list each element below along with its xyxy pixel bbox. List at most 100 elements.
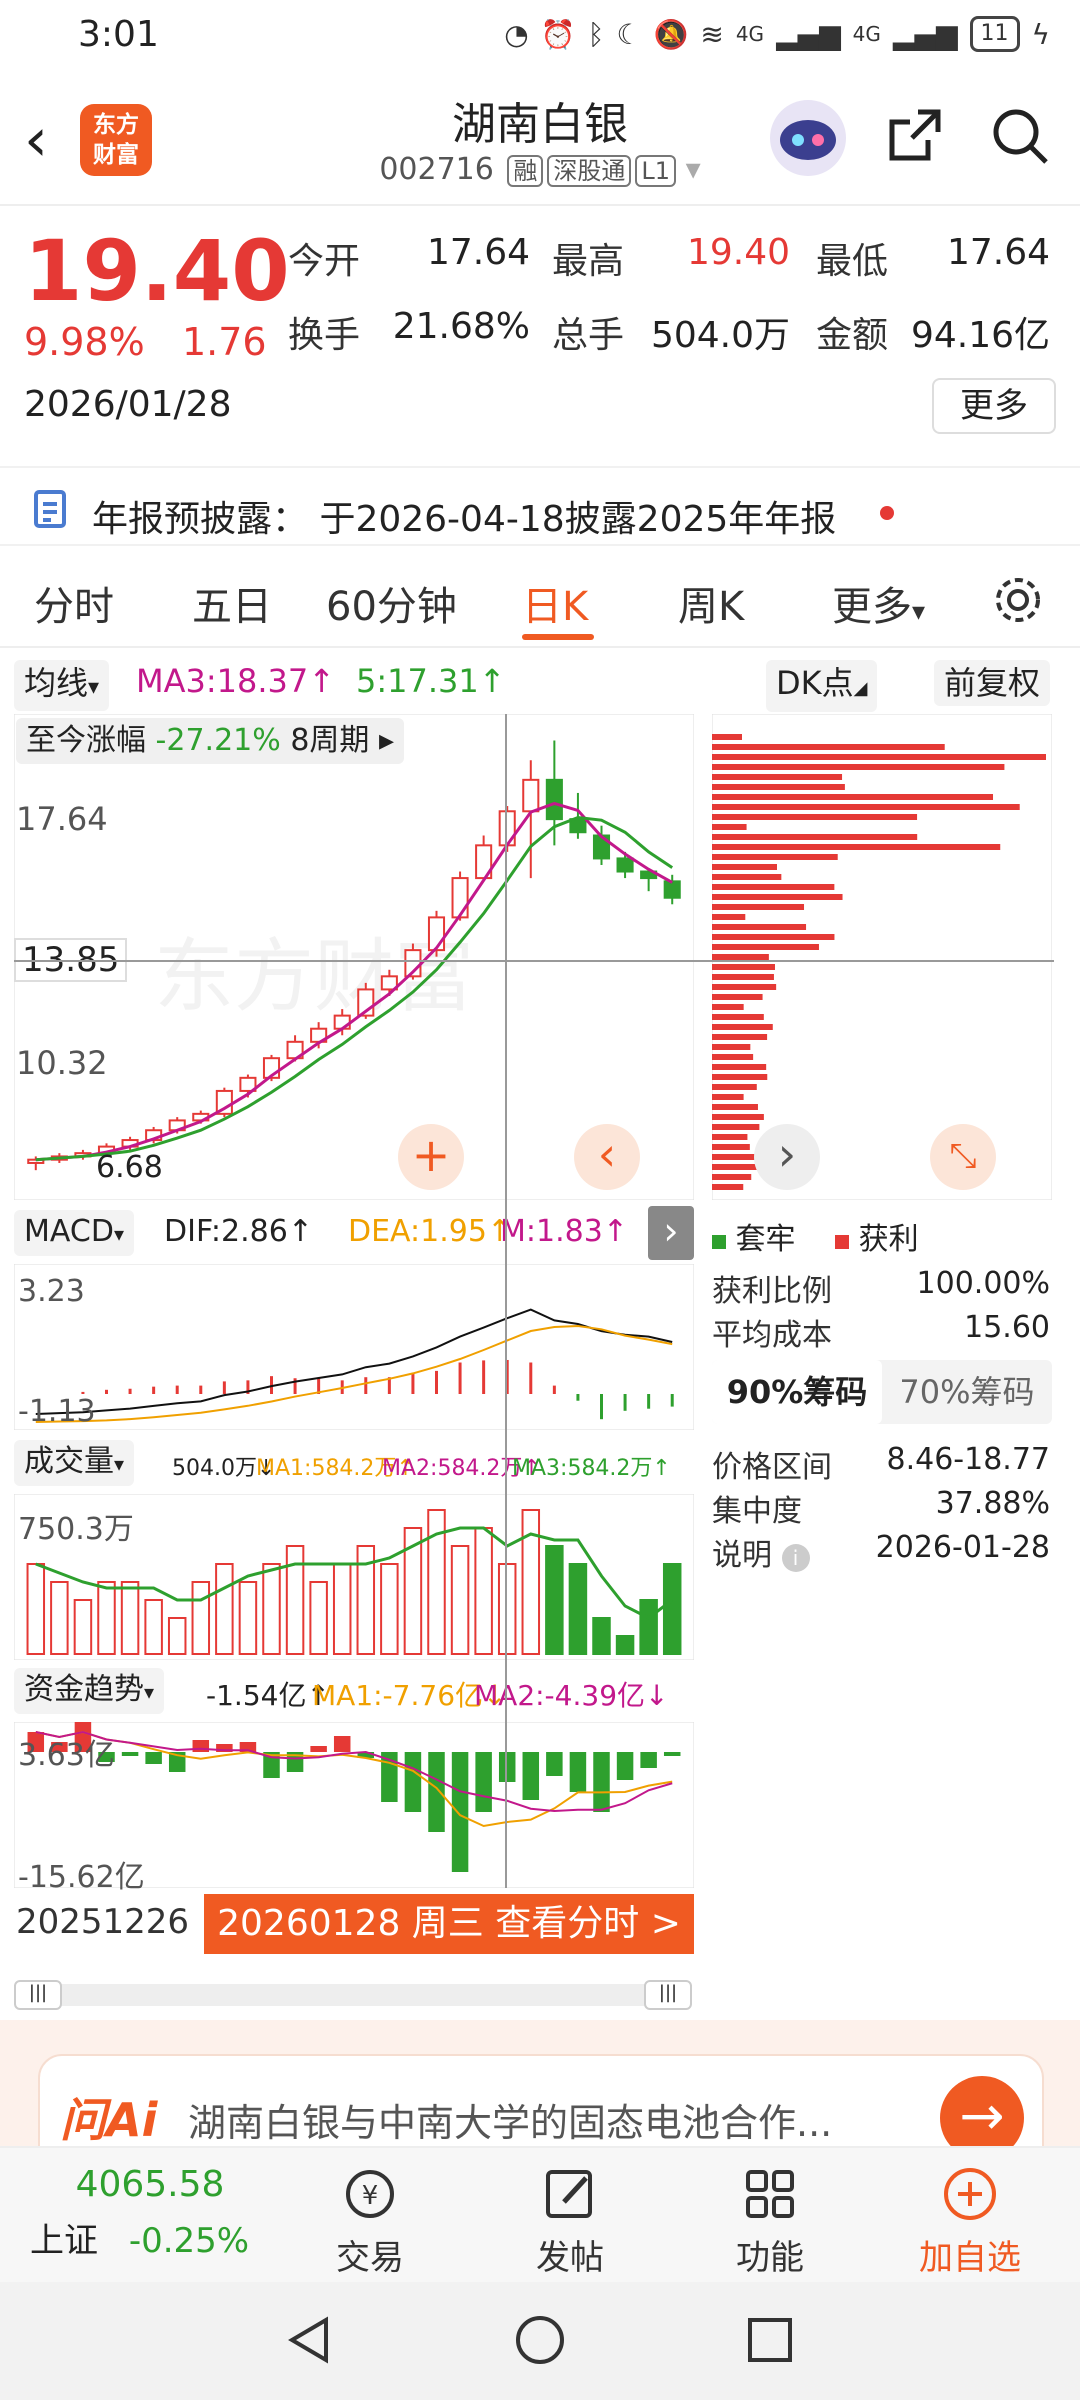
chip-bar: [712, 1084, 757, 1090]
low-price-mark: 6.68: [96, 1150, 163, 1185]
chip-bar: [712, 1034, 768, 1040]
crosshair-vertical: [505, 714, 507, 1888]
dk-point-button[interactable]: DK点◢: [766, 660, 878, 712]
post-button[interactable]: 发帖: [500, 2164, 640, 2279]
chip-bar: [712, 1184, 744, 1190]
volume-bar: [144, 1599, 163, 1655]
amount-label: 金额: [816, 315, 889, 356]
fund-bar: [593, 1752, 610, 1812]
candle-body: [333, 1014, 351, 1030]
chip-bar: [712, 1174, 752, 1180]
tag-connect: 深股通: [547, 155, 632, 187]
candle-body: [616, 857, 634, 873]
tab-five-day[interactable]: 五日: [192, 574, 272, 632]
more-button[interactable]: 更多: [932, 378, 1056, 434]
trap-swatch: [712, 1235, 726, 1249]
status-icons: ◔ ⏰ ᛒ ☾ 🔕 ≋ 4G ▂▄▆ 4G ▂▄▆ 11 ϟ: [504, 16, 1050, 52]
volume-bar: [662, 1563, 682, 1655]
tag-level: L1: [635, 155, 677, 187]
chip-bar: [712, 874, 782, 880]
macd-selector[interactable]: MACD▾: [14, 1210, 134, 1256]
report-icon: [34, 490, 66, 528]
tab-chip-70[interactable]: 70%筹码: [882, 1360, 1052, 1424]
crosshair-horizontal: [14, 960, 1054, 962]
watermark: 东方财富: [154, 932, 474, 1021]
nav-recents-icon[interactable]: [744, 2314, 796, 2366]
fund-ma2: MA2:-4.39亿↓: [474, 1679, 669, 1712]
range-change-box[interactable]: 至今涨幅 -27.21% 8周期 ▸: [16, 718, 405, 764]
notice-bar[interactable]: 年报预披露： 于2026-04-18披露2025年年报: [0, 466, 1080, 546]
profit-label: 获利: [858, 1222, 919, 1257]
y-label-low: 10.32: [16, 1044, 108, 1082]
tab-intraday[interactable]: 分时: [34, 574, 114, 632]
ai-logo: 问Ai: [60, 2093, 158, 2147]
zoom-in-button[interactable]: +: [398, 1124, 464, 1190]
fund-trend-selector[interactable]: 资金趋势▾: [14, 1668, 165, 1714]
gear-icon[interactable]: [990, 572, 1046, 628]
candle-body: [522, 778, 540, 813]
fund-bar: [522, 1752, 540, 1800]
volume-bar: [120, 1581, 140, 1655]
volume-bar: [26, 1563, 46, 1655]
chip-bar: [712, 1124, 760, 1130]
turnover-value: 21.68%: [392, 306, 530, 347]
chip-next-button[interactable]: ›: [754, 1124, 820, 1190]
volume-bar: [380, 1563, 399, 1655]
volume-bar: [215, 1563, 234, 1655]
volume-bar: [97, 1581, 116, 1655]
info-icon[interactable]: i: [781, 1544, 810, 1572]
chip-bar: [712, 764, 1005, 770]
search-icon[interactable]: [990, 106, 1050, 166]
volume-bar: [191, 1581, 211, 1655]
volume-bar: [474, 1527, 493, 1655]
ma-selector[interactable]: 均线▾: [14, 660, 110, 711]
functions-button[interactable]: 功能: [700, 2164, 840, 2279]
tab-weekly-k[interactable]: 周K: [678, 574, 744, 632]
tab-more[interactable]: 更多▾: [832, 574, 925, 632]
tab-daily-k[interactable]: 日K: [522, 574, 588, 632]
chip-bar: [712, 904, 805, 910]
chip-bar: [712, 1054, 754, 1060]
chip-bar: [712, 824, 747, 830]
view-intraday-button[interactable]: 20260128 周三 查看分时 >: [204, 1894, 694, 1954]
scroll-handle-left[interactable]: |||: [14, 1980, 62, 2010]
caret-down-icon[interactable]: ▾: [686, 152, 701, 187]
chip-bar: [712, 744, 945, 750]
amount-value: 94.16亿: [910, 315, 1050, 356]
note-label: 说明 i: [712, 1530, 810, 1574]
quote-panel: 19.40 9.98% 1.76 2026/01/28 今开 17.64 最高 …: [0, 206, 1080, 466]
expand-icon[interactable]: ⤡: [930, 1124, 996, 1190]
volume-bar: [285, 1545, 305, 1655]
adjust-button[interactable]: 前复权: [934, 660, 1051, 706]
signal-icon-2: 4G: [852, 22, 881, 46]
expand-indicators-button[interactable]: ›: [648, 1206, 694, 1260]
share-icon[interactable]: [884, 106, 944, 166]
ai-robot-icon[interactable]: [770, 100, 846, 176]
trade-button[interactable]: ¥ 交易: [300, 2164, 440, 2279]
tab-60min[interactable]: 60分钟: [326, 574, 457, 632]
high-value: 19.40: [686, 232, 790, 273]
chip-distribution-chart[interactable]: [712, 714, 1052, 1200]
add-watchlist-button[interactable]: 加自选: [900, 2164, 1040, 2279]
volume-bar: [73, 1599, 93, 1655]
nav-back-icon[interactable]: [284, 2314, 336, 2366]
volume-selector[interactable]: 成交量▾: [14, 1440, 135, 1486]
nav-home-icon[interactable]: [514, 2314, 566, 2366]
chip-bar: [712, 984, 777, 990]
chip-bar: [712, 1134, 748, 1140]
fund-bar: [145, 1752, 162, 1764]
tab-chip-90[interactable]: 90%筹码: [712, 1360, 882, 1424]
profit-swatch: [835, 1235, 850, 1249]
notice-text: 年报预披露： 于2026-04-18披露2025年年报: [92, 499, 837, 540]
chip-bar: [712, 834, 918, 840]
fund-y-top: 3.63亿: [18, 1738, 115, 1773]
scroll-left-button[interactable]: ‹: [574, 1124, 640, 1190]
macd-chart[interactable]: [14, 1264, 694, 1430]
ai-assistant-area: 问Ai 湖南白银与中南大学的固态电池合作... →: [0, 2020, 1080, 2174]
range-scrollbar[interactable]: ||| |||: [14, 1980, 692, 2010]
fund-bar: [616, 1752, 634, 1780]
scroll-handle-right[interactable]: |||: [644, 1980, 692, 2010]
candle-body: [451, 877, 469, 919]
chip-bar: [712, 754, 1046, 760]
index-widget[interactable]: 4065.58 上证 -0.25%: [30, 2164, 270, 2262]
